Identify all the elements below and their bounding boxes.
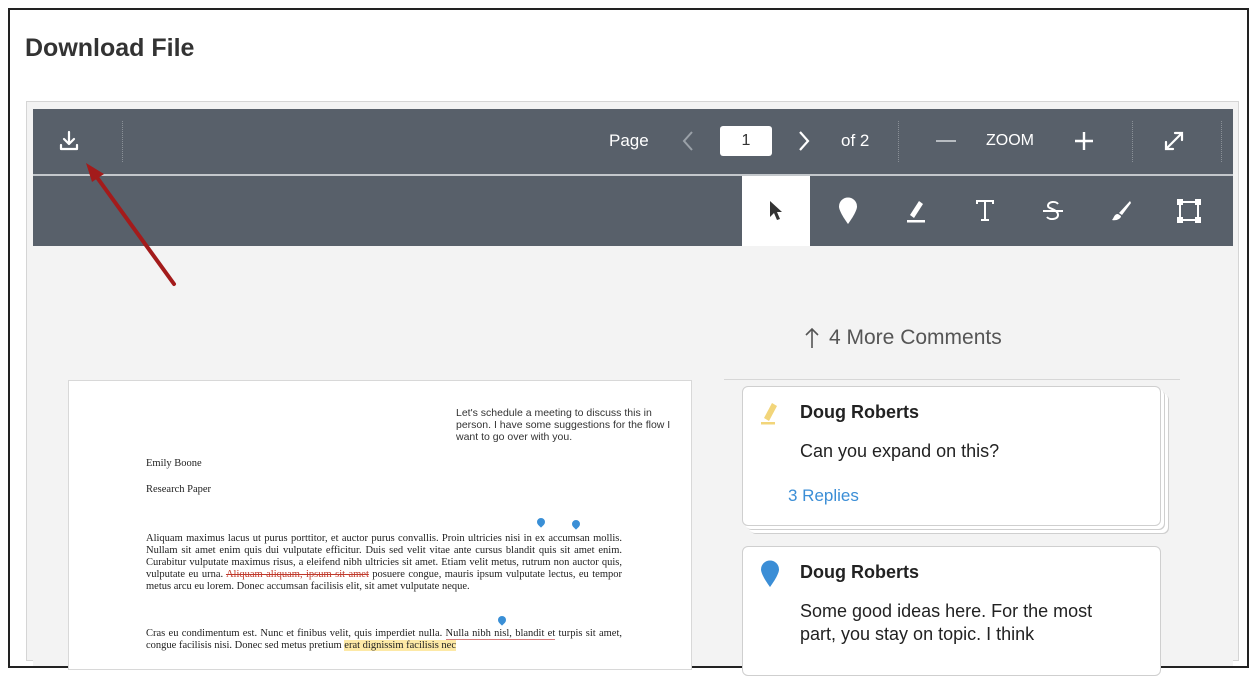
document-page: Let's schedule a meeting to discuss this…	[68, 380, 692, 670]
next-page-button[interactable]	[789, 125, 819, 157]
pin-marker-icon[interactable]	[535, 516, 547, 528]
expand-icon	[1164, 131, 1184, 151]
replies-link[interactable]: 3 Replies	[788, 486, 859, 506]
freehand-draw-button[interactable]	[1087, 176, 1155, 246]
toolbar-separator	[1221, 121, 1222, 162]
area-select-button[interactable]	[1155, 176, 1223, 246]
plus-icon	[1075, 132, 1093, 150]
underline-annotation[interactable]: Nulla nibh nisl, blandit et	[445, 628, 556, 640]
zoom-label: ZOOM	[986, 132, 1034, 149]
download-icon	[59, 130, 79, 151]
toolbar-separator	[898, 121, 899, 162]
page-number-input[interactable]: 1	[720, 126, 772, 156]
document-author: Emily Boone	[146, 458, 202, 469]
select-cursor-icon	[770, 201, 782, 220]
strikethrough-tool-button[interactable]	[1019, 176, 1087, 246]
text-tool-button[interactable]	[951, 176, 1019, 246]
comments-divider	[724, 379, 1180, 380]
comment-text: Some good ideas here. For the most part,…	[800, 600, 1092, 646]
download-button[interactable]	[51, 123, 87, 159]
toolbar-separator	[122, 121, 123, 162]
prev-page-button[interactable]	[673, 125, 703, 157]
comment-card[interactable]: Doug Roberts Can you expand on this? 3 R…	[742, 386, 1161, 526]
more-comments-label: 4 More Comments	[829, 326, 1002, 349]
strikethrough-annotation[interactable]: Aliquam aliquam, ipsum sit amet	[226, 569, 369, 580]
more-comments-link[interactable]: 4 More Comments	[805, 326, 1002, 350]
toolbar-separator	[1132, 121, 1133, 162]
document-paragraph: Aliquam maximus lacus ut purus porttitor…	[146, 533, 622, 593]
comment-author: Doug Roberts	[800, 562, 919, 582]
text-icon	[976, 200, 994, 221]
highlight-icon	[760, 400, 780, 431]
zoom-out-button[interactable]	[929, 125, 963, 157]
comment-author: Doug Roberts	[800, 402, 919, 422]
strikethrough-icon	[1043, 200, 1063, 221]
comment-text-line: part, you stay on topic. I think	[800, 624, 1035, 644]
pin-marker-icon[interactable]	[496, 614, 508, 626]
navigation-toolbar: Page 1 of 2 ZOOM	[33, 109, 1233, 174]
paragraph-text: Cras eu condimentum est. Nunc et finibus…	[146, 628, 446, 639]
comment-text: Can you expand on this?	[800, 441, 1000, 461]
document-subtitle: Research Paper	[146, 484, 212, 495]
highlight-icon	[907, 201, 925, 223]
highlight-annotation[interactable]: erat dignissim facilisis nec	[344, 640, 456, 651]
comment-card[interactable]: Doug Roberts Some good ideas here. For t…	[742, 546, 1161, 676]
point-annotation-button[interactable]	[814, 176, 882, 246]
chevron-left-icon	[682, 131, 693, 151]
annotation-toolbar	[33, 176, 1233, 246]
document-paragraph: Cras eu condimentum est. Nunc et finibus…	[146, 628, 622, 652]
minus-icon	[936, 140, 956, 142]
page-title: Download File	[25, 34, 195, 62]
page-label: Page	[609, 131, 649, 150]
point-annotation-icon	[839, 197, 857, 224]
pin-icon	[760, 560, 780, 593]
freehand-draw-icon	[1112, 201, 1131, 221]
zoom-in-button[interactable]	[1067, 125, 1101, 157]
fullscreen-button[interactable]	[1154, 123, 1194, 159]
comment-text-line: Some good ideas here. For the most	[800, 601, 1093, 621]
page-count-label: of 2	[841, 131, 870, 150]
select-tool-button[interactable]	[742, 176, 810, 246]
pin-marker-icon[interactable]	[570, 518, 582, 530]
chevron-right-icon	[799, 131, 810, 151]
highlight-tool-button[interactable]	[882, 176, 950, 246]
area-select-icon	[1177, 199, 1201, 223]
arrow-up-icon	[805, 327, 819, 348]
document-note: Let's schedule a meeting to discuss this…	[456, 407, 671, 443]
